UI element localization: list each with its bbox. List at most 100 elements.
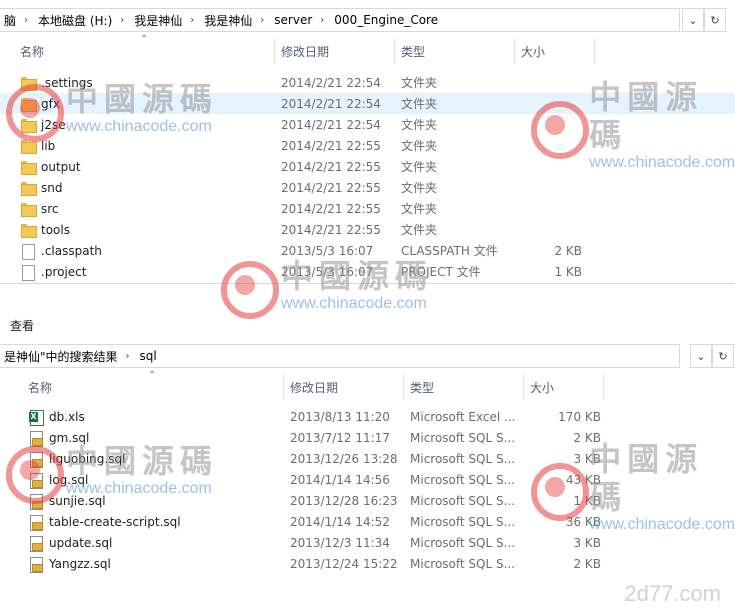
column-date-label: 修改日期	[290, 380, 339, 395]
file-date: 2013/8/13 11:20	[290, 409, 390, 424]
file-type: Microsoft Excel ...	[410, 409, 516, 424]
column-size-label: 大小	[530, 380, 555, 395]
file-type: 文件夹	[401, 223, 438, 237]
sql-icon	[28, 430, 44, 447]
refresh-icon[interactable]: ↻	[704, 8, 726, 32]
column-date[interactable]: 修改日期	[284, 374, 404, 400]
file-type: 文件夹	[401, 118, 438, 132]
file-date: 2014/2/21 22:55	[281, 201, 381, 216]
file-name-cell: .settings	[0, 72, 275, 93]
file-row[interactable]: Yangzz.sql 2013/12/24 15:22 Microsoft SQL …	[0, 553, 735, 574]
chevron-down-icon[interactable]: ⌄	[682, 8, 704, 32]
file-row[interactable]: src 2014/2/21 22:55 文件夹	[0, 198, 735, 219]
sql-icon	[28, 514, 44, 531]
breadcrumb-item[interactable]: 我是神仙	[200, 12, 254, 29]
file-name-cell: .project	[0, 261, 275, 282]
file-row[interactable]: tools 2014/2/21 22:55 文件夹	[0, 219, 735, 240]
file-size	[515, 198, 590, 219]
file-row[interactable]: db.xls 2013/8/13 11:20 Microsoft Excel ...…	[0, 406, 735, 427]
folder-icon	[20, 159, 37, 175]
file-row[interactable]: log.sql 2014/1/14 14:56 Microsoft SQL S...…	[0, 469, 735, 490]
column-type[interactable]: 类型	[404, 374, 524, 400]
folder-icon	[20, 117, 37, 133]
file-size: 2 KB	[573, 556, 601, 571]
column-name[interactable]: ⌃ 名称	[0, 34, 275, 64]
file-row[interactable]: table-create-script.sql 2014/1/14 14:52 Mi…	[0, 511, 735, 532]
file-date: 2013/5/3 16:07	[281, 264, 374, 279]
column-size[interactable]: 大小	[524, 374, 604, 400]
file-size: 2 KB	[573, 430, 601, 445]
file-type: 文件夹	[401, 139, 438, 153]
file-date: 2014/1/14 14:56	[290, 472, 390, 487]
chevron-down-icon[interactable]: ⌄	[690, 344, 712, 368]
column-name[interactable]: ⌃ 名称	[0, 370, 284, 400]
top-address-bar[interactable]: 脑 › 本地磁盘 (H:) › 我是神仙 › 我是神仙 › server › 000_Engine_…	[0, 8, 735, 32]
folder-icon	[20, 75, 37, 91]
file-row[interactable]: .project 2013/5/3 16:07 PROJECT 文件 1 KB	[0, 261, 735, 282]
breadcrumb-item[interactable]: 000_Engine_Core	[330, 13, 440, 27]
file-type: CLASSPATH 文件	[401, 244, 498, 258]
file-name: .settings	[41, 75, 93, 90]
breadcrumb-chevron-icon[interactable]: ›	[18, 15, 34, 26]
file-name: .project	[41, 264, 87, 279]
column-date[interactable]: 修改日期	[275, 38, 395, 64]
file-date: 2014/1/14 14:52	[290, 514, 390, 529]
bottom-explorer-pane: 是神仙"中的搜索结果›sql ⌄ ↻ ⌃ 名称 修改日期 类型 大小 db.xl…	[0, 340, 735, 615]
breadcrumb-chevron-icon[interactable]: ›	[254, 15, 270, 26]
breadcrumb-item[interactable]: 脑	[0, 12, 18, 29]
top-breadcrumb[interactable]: 脑 › 本地磁盘 (H:) › 我是神仙 › 我是神仙 › server › 000_Engine_…	[0, 8, 680, 32]
file-row[interactable]: j2se 2014/2/21 22:54 文件夹	[0, 114, 735, 135]
file-row[interactable]: lib 2014/2/21 22:55 文件夹	[0, 135, 735, 156]
view-tab[interactable]: 查看	[10, 317, 34, 334]
file-row[interactable]: update.sql 2013/12/3 11:34 Microsoft SQL S…	[0, 532, 735, 553]
file-icon	[20, 243, 36, 260]
file-type: Microsoft SQL S...	[410, 451, 516, 466]
file-row[interactable]: output 2014/2/21 22:55 文件夹	[0, 156, 735, 177]
file-row[interactable]: .classpath 2013/5/3 16:07 CLASSPATH 文件 2 KB	[0, 240, 735, 261]
breadcrumb-item[interactable]: 是神仙"中的搜索结果	[0, 348, 120, 365]
bottom-breadcrumb[interactable]: 是神仙"中的搜索结果 › sql	[0, 344, 680, 368]
bottom-address-bar[interactable]: 是神仙"中的搜索结果 › sql ⌄ ↻	[0, 344, 735, 368]
file-date: 2013/12/24 15:22	[290, 556, 398, 571]
file-date: 2013/5/3 16:07	[281, 243, 374, 258]
file-row[interactable]: liguobing.sql 2013/12/26 13:28 Microsoft S…	[0, 448, 735, 469]
breadcrumb-chevron-icon[interactable]: ›	[314, 15, 330, 26]
breadcrumb-item[interactable]: 我是神仙	[130, 12, 184, 29]
file-size: 1 KB	[554, 264, 582, 279]
file-name: .classpath	[41, 243, 102, 258]
breadcrumb-chevron-icon[interactable]: ›	[184, 15, 200, 26]
breadcrumb-item[interactable]: 本地磁盘 (H:)	[34, 12, 114, 29]
file-date: 2014/2/21 22:54	[281, 117, 381, 132]
column-date-label: 修改日期	[281, 44, 330, 59]
file-row[interactable]: snd 2014/2/21 22:55 文件夹	[0, 177, 735, 198]
file-type: Microsoft SQL S...	[410, 535, 516, 550]
refresh-icon[interactable]: ↻	[712, 344, 734, 368]
top-column-header: ⌃ 名称 修改日期 类型 大小	[0, 34, 735, 64]
breadcrumb-chevron-icon[interactable]: ›	[120, 351, 136, 362]
column-size[interactable]: 大小	[515, 38, 595, 64]
folder-icon	[20, 201, 37, 217]
corner-watermark: 2d77.com	[624, 581, 721, 606]
file-date: 2013/12/26 13:28	[290, 451, 398, 466]
file-row[interactable]: sunjie.sql 2013/12/28 16:23 Microsoft SQL …	[0, 490, 735, 511]
file-size: 3 KB	[573, 451, 601, 466]
folder-icon	[20, 180, 37, 196]
file-row[interactable]: gm.sql 2013/7/12 11:17 Microsoft SQL S... 2…	[0, 427, 735, 448]
file-type: Microsoft SQL S...	[410, 556, 516, 571]
file-size	[515, 156, 590, 177]
column-type[interactable]: 类型	[395, 38, 515, 64]
breadcrumb-chevron-icon[interactable]: ›	[114, 15, 130, 26]
breadcrumb-item[interactable]: server	[270, 13, 314, 27]
file-size: 1 KB	[573, 493, 601, 508]
file-date: 2014/2/21 22:54	[281, 75, 381, 90]
file-name: liguobing.sql	[49, 451, 126, 466]
file-name-cell: db.xls	[0, 406, 284, 427]
file-row[interactable]: .settings 2014/2/21 22:54 文件夹	[0, 72, 735, 93]
folder-icon	[20, 96, 37, 112]
breadcrumb-item[interactable]: sql	[136, 349, 159, 363]
file-name-cell: j2se	[0, 114, 275, 135]
file-row[interactable]: gfx 2014/2/21 22:54 文件夹	[0, 93, 735, 114]
column-name-label: 名称	[28, 380, 53, 395]
file-date: 2014/2/21 22:54	[281, 96, 381, 111]
file-type: Microsoft SQL S...	[410, 514, 516, 529]
